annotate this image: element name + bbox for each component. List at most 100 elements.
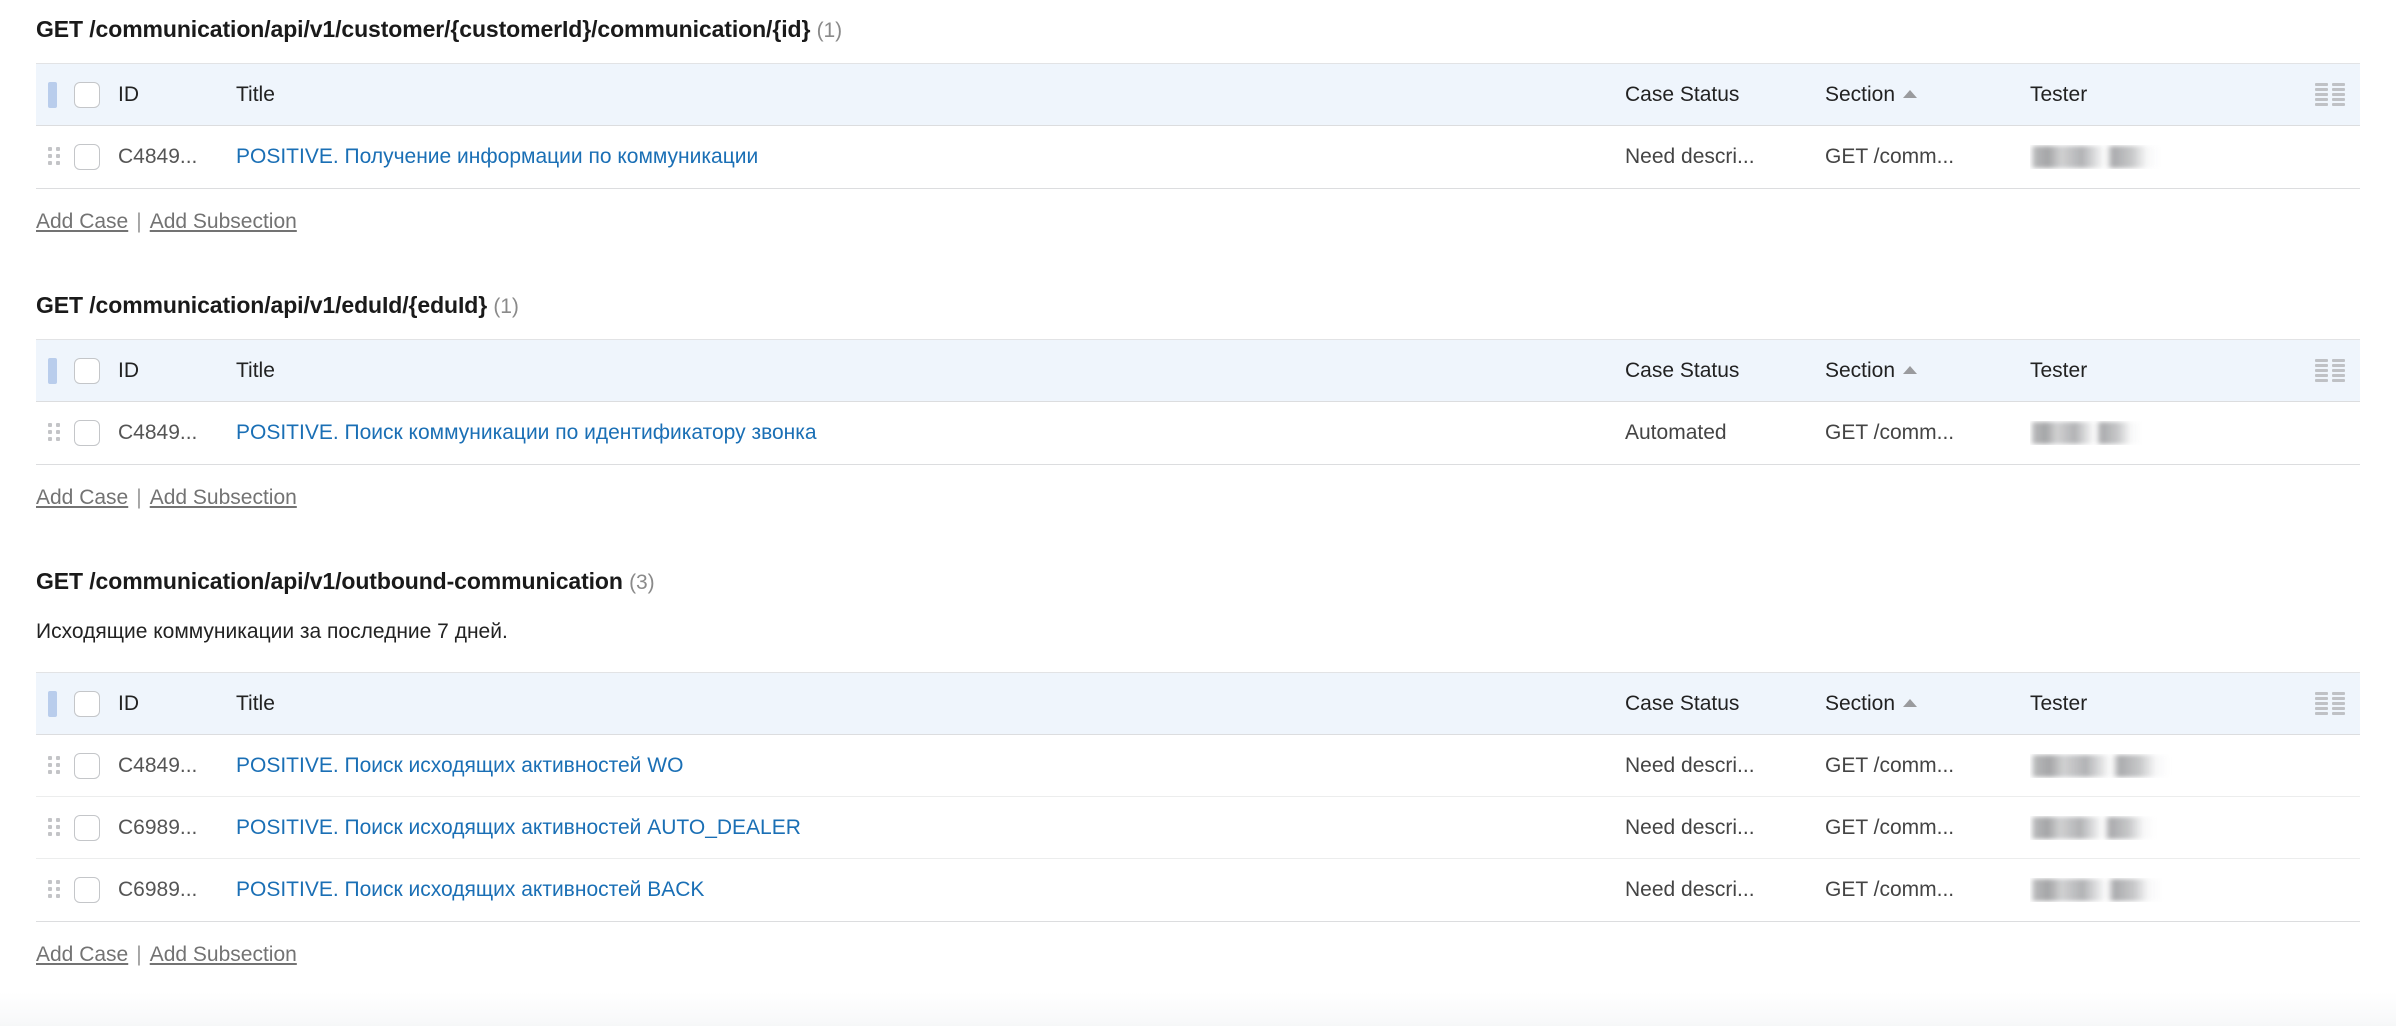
- row-select-cell[interactable]: [74, 753, 118, 779]
- add-subsection-link[interactable]: Add Subsection: [150, 210, 297, 233]
- header-id[interactable]: ID: [118, 83, 236, 107]
- row-drag-cell[interactable]: [36, 147, 74, 167]
- section-heading: GET /communication/api/v1/eduId/{eduId} …: [0, 294, 2396, 317]
- header-section[interactable]: Section: [1825, 83, 2030, 107]
- row-title-cell: POSITIVE. Поиск исходящих активностей WO: [236, 754, 1625, 778]
- drag-handle-icon[interactable]: [48, 756, 60, 776]
- section-case-count: (3): [629, 571, 654, 594]
- section-block-3: GET /communication/api/v1/outbound-commu…: [0, 570, 2396, 965]
- row-checkbox[interactable]: [74, 815, 100, 841]
- section-block-1: GET /communication/api/v1/customer/{cust…: [0, 18, 2396, 232]
- drag-handle-icon[interactable]: [48, 880, 60, 900]
- row-section: GET /comm...: [1825, 816, 2030, 840]
- case-title-link[interactable]: POSITIVE. Поиск исходящих активностей WO: [236, 754, 683, 777]
- row-select-cell[interactable]: [74, 420, 118, 446]
- table-row[interactable]: C4849... POSITIVE. Поиск исходящих актив…: [36, 735, 2360, 797]
- add-subsection-link[interactable]: Add Subsection: [150, 486, 297, 509]
- tester-name-redacted: [2030, 422, 2142, 444]
- section-heading-text: GET /communication/api/v1/customer/{cust…: [36, 16, 810, 42]
- column-handle-icon: [48, 691, 57, 717]
- row-drag-cell[interactable]: [36, 756, 74, 776]
- row-title-cell: POSITIVE. Поиск коммуникации по идентифи…: [236, 421, 1625, 445]
- row-drag-cell[interactable]: [36, 423, 74, 443]
- header-tester[interactable]: Tester: [2030, 359, 2300, 383]
- test-cases-page: GET /communication/api/v1/customer/{cust…: [0, 0, 2396, 1026]
- header-handle-cell: [36, 358, 74, 384]
- row-select-cell[interactable]: [74, 144, 118, 170]
- row-checkbox[interactable]: [74, 753, 100, 779]
- header-handle-cell: [36, 82, 74, 108]
- add-case-link[interactable]: Add Case: [36, 210, 128, 233]
- case-title-link[interactable]: POSITIVE. Поиск исходящих активностей BA…: [236, 878, 704, 901]
- header-section-label: Section: [1825, 83, 1895, 106]
- table-row[interactable]: C4849... POSITIVE. Получение информации …: [36, 126, 2360, 188]
- header-section[interactable]: Section: [1825, 359, 2030, 383]
- table-row[interactable]: C6989... POSITIVE. Поиск исходящих актив…: [36, 859, 2360, 921]
- row-case-status: Need descri...: [1625, 754, 1825, 778]
- header-id[interactable]: ID: [118, 692, 236, 716]
- table-row[interactable]: C4849... POSITIVE. Поиск коммуникации по…: [36, 402, 2360, 464]
- add-subsection-link[interactable]: Add Subsection: [150, 943, 297, 966]
- row-tester: [2030, 816, 2300, 840]
- header-id[interactable]: ID: [118, 359, 236, 383]
- row-tester: [2030, 878, 2300, 902]
- case-title-link[interactable]: POSITIVE. Получение информации по коммун…: [236, 145, 758, 168]
- header-section[interactable]: Section: [1825, 692, 2030, 716]
- row-drag-cell[interactable]: [36, 880, 74, 900]
- header-title[interactable]: Title: [236, 692, 1625, 716]
- header-columns-settings[interactable]: [2300, 359, 2360, 382]
- add-case-link[interactable]: Add Case: [36, 486, 128, 509]
- row-title-cell: POSITIVE. Получение информации по коммун…: [236, 145, 1625, 169]
- select-all-checkbox[interactable]: [74, 691, 100, 717]
- header-title[interactable]: Title: [236, 83, 1625, 107]
- drag-handle-icon[interactable]: [48, 147, 60, 167]
- row-id: C6989...: [118, 816, 236, 840]
- case-title-link[interactable]: POSITIVE. Поиск коммуникации по идентифи…: [236, 421, 817, 444]
- row-drag-cell[interactable]: [36, 818, 74, 838]
- section-case-count: (1): [493, 295, 518, 318]
- row-section: GET /comm...: [1825, 754, 2030, 778]
- header-case-status[interactable]: Case Status: [1625, 83, 1825, 107]
- header-columns-settings[interactable]: [2300, 692, 2360, 715]
- header-select-all-cell[interactable]: [74, 82, 118, 108]
- tester-name-redacted: [2030, 146, 2160, 168]
- select-all-checkbox[interactable]: [74, 82, 100, 108]
- section-actions: Add Case|Add Subsection: [0, 487, 2396, 508]
- header-select-all-cell[interactable]: [74, 691, 118, 717]
- section-heading: GET /communication/api/v1/customer/{cust…: [0, 18, 2396, 41]
- row-section: GET /comm...: [1825, 878, 2030, 902]
- header-columns-settings[interactable]: [2300, 83, 2360, 106]
- header-title[interactable]: Title: [236, 359, 1625, 383]
- section-description: Исходящие коммуникации за последние 7 дн…: [0, 621, 2396, 642]
- row-tester: [2030, 421, 2300, 445]
- select-all-checkbox[interactable]: [74, 358, 100, 384]
- row-checkbox[interactable]: [74, 420, 100, 446]
- header-section-label: Section: [1825, 359, 1895, 382]
- header-case-status[interactable]: Case Status: [1625, 692, 1825, 716]
- cases-table: ID Title Case Status Section Tester: [36, 63, 2360, 189]
- row-checkbox[interactable]: [74, 877, 100, 903]
- header-select-all-cell[interactable]: [74, 358, 118, 384]
- row-select-cell[interactable]: [74, 815, 118, 841]
- header-tester[interactable]: Tester: [2030, 83, 2300, 107]
- table-header-row: ID Title Case Status Section Tester: [36, 673, 2360, 735]
- sort-ascending-icon: [1903, 699, 1917, 707]
- tester-name-redacted: [2030, 879, 2162, 901]
- table-row[interactable]: C6989... POSITIVE. Поиск исходящих актив…: [36, 797, 2360, 859]
- drag-handle-icon[interactable]: [48, 818, 60, 838]
- row-id: C4849...: [118, 754, 236, 778]
- header-case-status[interactable]: Case Status: [1625, 359, 1825, 383]
- row-select-cell[interactable]: [74, 877, 118, 903]
- row-tester: [2030, 145, 2300, 169]
- drag-handle-icon[interactable]: [48, 423, 60, 443]
- section-actions: Add Case|Add Subsection: [0, 211, 2396, 232]
- page-bottom-fade: [0, 992, 2396, 1026]
- sort-ascending-icon: [1903, 90, 1917, 98]
- header-tester[interactable]: Tester: [2030, 692, 2300, 716]
- case-title-link[interactable]: POSITIVE. Поиск исходящих активностей AU…: [236, 816, 801, 839]
- columns-grid-icon: [2315, 692, 2345, 715]
- row-checkbox[interactable]: [74, 144, 100, 170]
- columns-grid-icon: [2315, 359, 2345, 382]
- section-heading: GET /communication/api/v1/outbound-commu…: [0, 570, 2396, 593]
- add-case-link[interactable]: Add Case: [36, 943, 128, 966]
